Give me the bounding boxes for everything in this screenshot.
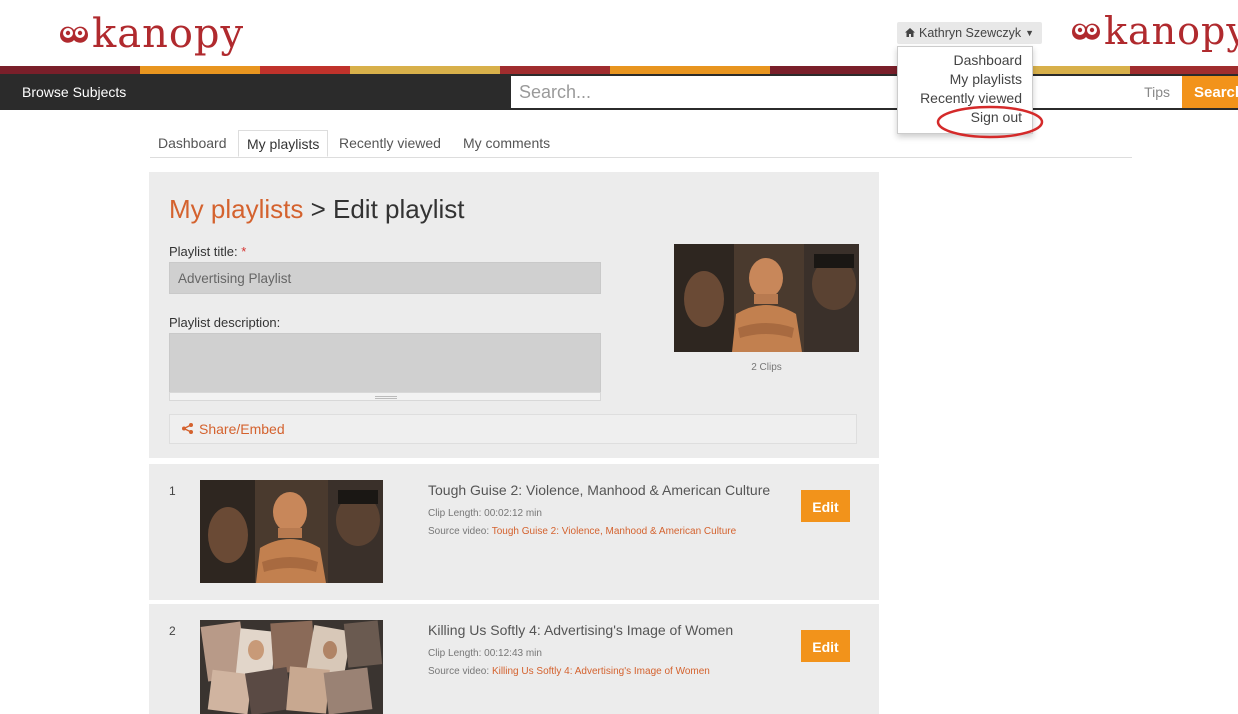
clip-index: 2	[169, 624, 176, 638]
kanopy-logo-secondary[interactable]: kanopy	[1068, 12, 1238, 50]
share-icon	[182, 415, 193, 443]
tab-dashboard[interactable]: Dashboard	[158, 130, 227, 157]
clip-source: Source video: Tough Guise 2: Violence, M…	[428, 526, 736, 537]
clip-thumbnail[interactable]	[200, 620, 383, 714]
required-marker: *	[241, 244, 247, 259]
playlist-description-input[interactable]	[169, 333, 601, 401]
clip-source-prefix: Source video:	[428, 666, 492, 677]
clip-source-prefix: Source video:	[428, 526, 492, 537]
owl-icon	[1068, 18, 1104, 44]
caret-down-icon: ▼	[1025, 28, 1035, 38]
share-embed-label: Share/Embed	[199, 421, 285, 437]
search-button[interactable]: Search	[1182, 76, 1238, 108]
menu-item-dashboard[interactable]: Dashboard	[898, 51, 1032, 70]
clip-title[interactable]: Tough Guise 2: Violence, Manhood & Ameri…	[428, 482, 770, 498]
highlight-ring	[936, 105, 1044, 139]
home-icon	[905, 22, 915, 44]
playlist-clip-row: 2 Killing Us Softly 4: Advertising's Ima…	[149, 604, 879, 714]
playlist-title-label-text: Playlist title:	[169, 244, 238, 259]
user-name: Kathryn Szewczyk	[919, 26, 1022, 40]
playlist-description-label: Playlist description:	[169, 315, 281, 330]
playlist-clip-row: 1 Tough Guise 2: Violence, Manhood & Ame…	[149, 464, 879, 600]
top-navbar: Browse Subjects Tips Search	[0, 74, 1238, 110]
tab-my-comments[interactable]: My comments	[463, 130, 550, 157]
edit-playlist-panel: My playlists > Edit playlist Playlist ti…	[149, 172, 879, 458]
clip-title[interactable]: Killing Us Softly 4: Advertising's Image…	[428, 622, 733, 638]
clip-source-link[interactable]: Killing Us Softly 4: Advertising's Image…	[492, 666, 710, 677]
edit-clip-button[interactable]: Edit	[801, 490, 850, 522]
clip-source-link[interactable]: Tough Guise 2: Violence, Manhood & Ameri…	[492, 526, 736, 537]
clip-source: Source video: Killing Us Softly 4: Adver…	[428, 666, 710, 677]
page-title: My playlists > Edit playlist	[169, 194, 465, 225]
menu-item-my-playlists[interactable]: My playlists	[898, 70, 1032, 89]
clip-count: 2 Clips	[751, 362, 782, 373]
clip-index: 1	[169, 484, 176, 498]
edit-clip-button[interactable]: Edit	[801, 630, 850, 662]
logo-wordmark: kanopy	[1104, 9, 1238, 53]
decorative-stripe	[0, 66, 1238, 74]
textarea-resize-grip[interactable]	[169, 392, 601, 401]
clip-length: Clip Length: 00:02:12 min	[428, 508, 542, 519]
clip-thumbnail[interactable]	[200, 480, 383, 583]
tips-link[interactable]: Tips	[1108, 76, 1182, 108]
user-menu-button[interactable]: Kathryn Szewczyk ▼	[897, 22, 1043, 44]
tab-recently-viewed[interactable]: Recently viewed	[339, 130, 441, 157]
kanopy-logo[interactable]: kanopy	[56, 14, 244, 54]
share-embed-button[interactable]: Share/Embed	[169, 414, 857, 444]
playlist-title-input[interactable]	[169, 262, 601, 294]
breadcrumb-my-playlists[interactable]: My playlists	[169, 194, 303, 224]
owl-icon	[56, 21, 92, 47]
playlist-title-label: Playlist title: *	[169, 244, 246, 259]
logo-wordmark: kanopy	[92, 11, 245, 57]
tab-my-playlists[interactable]: My playlists	[238, 130, 329, 157]
breadcrumb-current: > Edit playlist	[303, 194, 465, 224]
browse-subjects-link[interactable]: Browse Subjects	[22, 84, 126, 100]
playlist-cover-thumbnail	[674, 244, 859, 352]
clip-length: Clip Length: 00:12:43 min	[428, 648, 542, 659]
